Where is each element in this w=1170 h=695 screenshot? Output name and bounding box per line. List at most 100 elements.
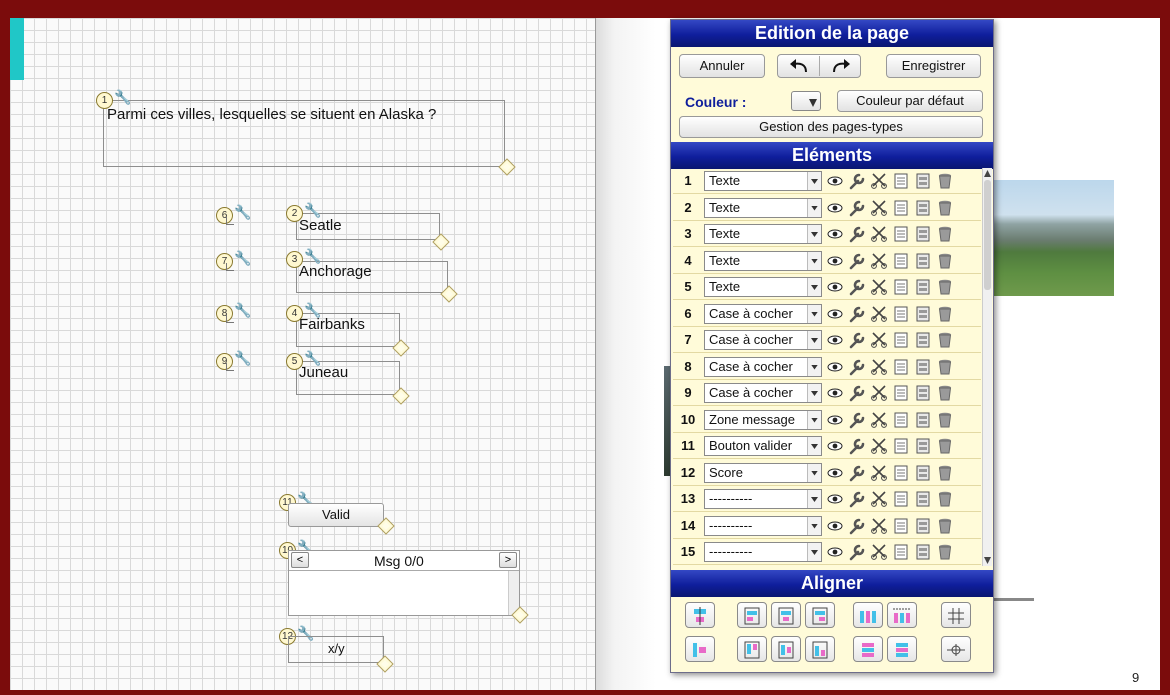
chevron-down-icon[interactable] xyxy=(807,543,821,561)
paste-icon[interactable] xyxy=(914,411,932,429)
trash-icon[interactable] xyxy=(936,278,954,296)
scissors-icon[interactable] xyxy=(870,517,888,535)
checkbox[interactable] xyxy=(226,315,234,323)
message-next-button[interactable]: > xyxy=(499,552,517,568)
eye-icon[interactable] xyxy=(826,358,844,376)
element-row[interactable]: 9 Case à cocher xyxy=(673,380,981,406)
eye-icon[interactable] xyxy=(826,411,844,429)
chevron-down-icon[interactable] xyxy=(807,384,821,402)
scissors-icon[interactable] xyxy=(870,437,888,455)
copy-icon[interactable] xyxy=(892,278,910,296)
eye-icon[interactable] xyxy=(826,331,844,349)
copy-icon[interactable] xyxy=(892,543,910,561)
wrench-icon[interactable] xyxy=(848,331,866,349)
chevron-down-icon[interactable] xyxy=(807,304,821,323)
element-type-select[interactable]: ---------- xyxy=(704,489,822,509)
eye-icon[interactable] xyxy=(826,437,844,455)
align-center-horizontal-icon[interactable] xyxy=(685,602,715,628)
checkbox[interactable] xyxy=(226,263,234,271)
copy-icon[interactable] xyxy=(892,252,910,270)
eye-icon[interactable] xyxy=(826,384,844,402)
chevron-down-icon[interactable] xyxy=(807,357,821,376)
scroll-thumb[interactable] xyxy=(984,180,991,290)
element-type-select[interactable]: Texte xyxy=(704,197,822,218)
paste-icon[interactable] xyxy=(914,464,932,482)
element-row[interactable]: 5 Texte xyxy=(673,274,981,300)
paste-icon[interactable] xyxy=(914,384,932,402)
wrench-icon[interactable] xyxy=(848,384,866,402)
copy-icon[interactable] xyxy=(892,464,910,482)
scissors-icon[interactable] xyxy=(870,199,888,217)
scroll-up-icon[interactable] xyxy=(984,170,991,177)
resize-handle-icon[interactable] xyxy=(377,517,395,535)
paste-icon[interactable] xyxy=(914,199,932,217)
scissors-icon[interactable] xyxy=(870,464,888,482)
element-type-select[interactable]: ---------- xyxy=(704,515,822,536)
element-type-select[interactable]: Case à cocher xyxy=(704,303,822,324)
distribute-spacing-icon[interactable] xyxy=(887,602,917,628)
element-type-select[interactable]: Texte xyxy=(704,277,822,297)
scissors-icon[interactable] xyxy=(870,331,888,349)
trash-icon[interactable] xyxy=(936,490,954,508)
element-row[interactable]: 7 Case à cocher xyxy=(673,327,981,353)
resize-handle-icon[interactable] xyxy=(376,655,394,673)
trash-icon[interactable] xyxy=(936,305,954,323)
trash-icon[interactable] xyxy=(936,199,954,217)
copy-icon[interactable] xyxy=(892,358,910,376)
eye-icon[interactable] xyxy=(826,225,844,243)
scissors-icon[interactable] xyxy=(870,384,888,402)
element-type-select[interactable]: Case à cocher xyxy=(704,356,822,377)
wrench-icon[interactable] xyxy=(848,252,866,270)
eye-icon[interactable] xyxy=(826,199,844,217)
wrench-icon[interactable]: 🔧 xyxy=(304,203,321,217)
resize-handle-icon[interactable] xyxy=(498,158,516,176)
wrench-icon[interactable]: 🔧 xyxy=(114,90,131,104)
scissors-icon[interactable] xyxy=(870,490,888,508)
align-bottom-icon[interactable] xyxy=(805,636,835,662)
element-row[interactable]: 11 Bouton valider xyxy=(673,433,981,459)
paste-icon[interactable] xyxy=(914,543,932,561)
scissors-icon[interactable] xyxy=(870,305,888,323)
wrench-icon[interactable]: 🔧 xyxy=(234,205,251,219)
copy-icon[interactable] xyxy=(892,199,910,217)
eye-icon[interactable] xyxy=(826,252,844,270)
trash-icon[interactable] xyxy=(936,331,954,349)
wrench-icon[interactable] xyxy=(848,225,866,243)
paste-icon[interactable] xyxy=(914,358,932,376)
wrench-icon[interactable] xyxy=(848,517,866,535)
chevron-down-icon[interactable] xyxy=(807,225,821,243)
eye-icon[interactable] xyxy=(826,490,844,508)
bookmark-tab[interactable] xyxy=(10,18,24,80)
eye-icon[interactable] xyxy=(826,278,844,296)
couleur-defaut-button[interactable]: Couleur par défaut xyxy=(837,90,983,112)
message-prev-button[interactable]: < xyxy=(291,552,309,568)
checkbox[interactable] xyxy=(226,217,234,225)
eye-icon[interactable] xyxy=(826,172,844,190)
trash-icon[interactable] xyxy=(936,437,954,455)
elements-scrollbar[interactable] xyxy=(982,168,992,566)
paste-icon[interactable] xyxy=(914,172,932,190)
trash-icon[interactable] xyxy=(936,464,954,482)
trash-icon[interactable] xyxy=(936,517,954,535)
copy-icon[interactable] xyxy=(892,305,910,323)
wrench-icon[interactable]: 🔧 xyxy=(304,351,321,365)
chevron-down-icon[interactable] xyxy=(807,410,821,429)
copy-icon[interactable] xyxy=(892,172,910,190)
paste-icon[interactable] xyxy=(914,490,932,508)
resize-handle-icon[interactable] xyxy=(432,233,450,251)
scissors-icon[interactable] xyxy=(870,252,888,270)
chevron-down-icon[interactable] xyxy=(807,516,821,535)
element-row[interactable]: 13 ---------- xyxy=(673,486,981,512)
wrench-icon[interactable] xyxy=(848,464,866,482)
trash-icon[interactable] xyxy=(936,411,954,429)
distribute-vertical-icon[interactable] xyxy=(853,636,883,662)
scissors-icon[interactable] xyxy=(870,358,888,376)
copy-icon[interactable] xyxy=(892,411,910,429)
element-type-select[interactable]: Texte xyxy=(704,171,822,191)
resize-handle-icon[interactable] xyxy=(392,387,410,405)
align-top-left-icon[interactable] xyxy=(737,602,767,628)
wrench-icon[interactable]: 🔧 xyxy=(304,249,321,263)
trash-icon[interactable] xyxy=(936,172,954,190)
eye-icon[interactable] xyxy=(826,543,844,561)
element-type-select[interactable]: Texte xyxy=(704,224,822,244)
